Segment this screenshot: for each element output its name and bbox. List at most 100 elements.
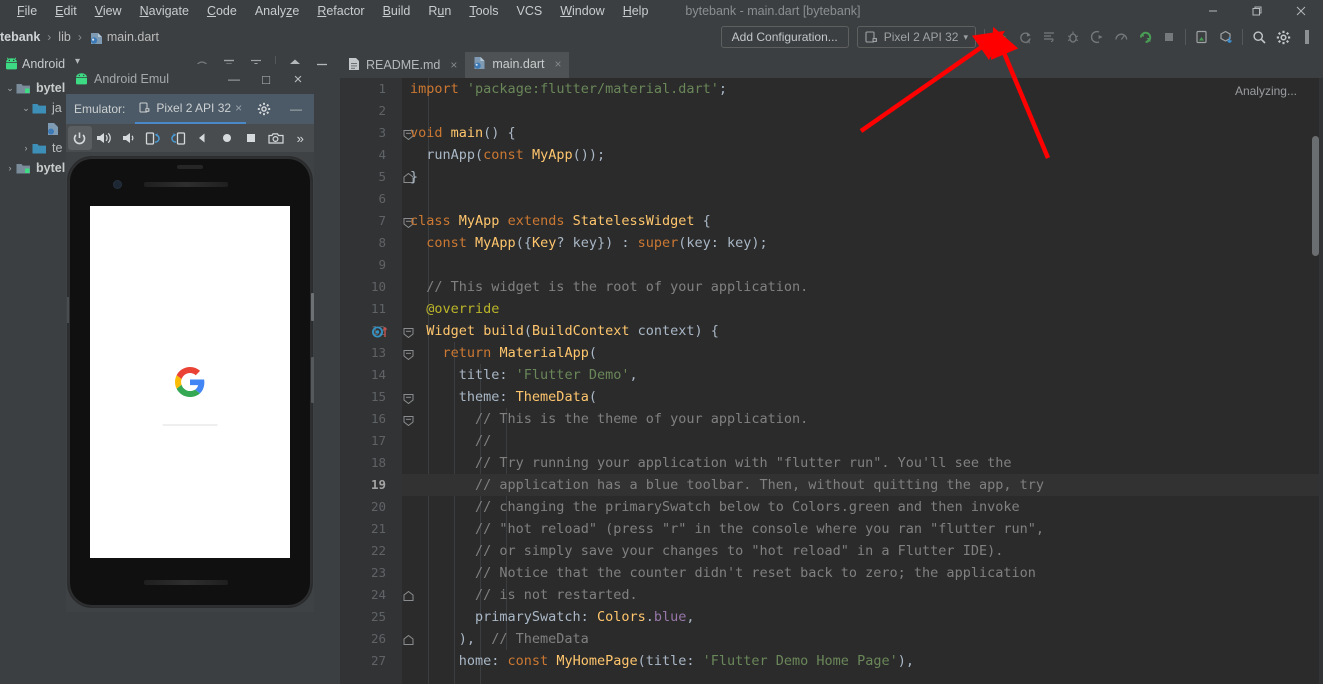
avd-manager-icon[interactable]: [1190, 24, 1214, 50]
menu-bar: File Edit View Navigate Code Analyze Ref…: [0, 2, 657, 20]
editor-vertical-scrollbar[interactable]: [1312, 136, 1319, 256]
overview-icon[interactable]: [240, 126, 264, 150]
editor-tab-bar: README.md × main.dart ×: [340, 52, 1323, 78]
code-line: 21 // "hot reload" (press "r" in the con…: [340, 518, 1323, 540]
rerun-icon[interactable]: A: [1013, 24, 1037, 50]
editor-tab-readme[interactable]: README.md ×: [340, 52, 465, 78]
menu-item-help[interactable]: Help: [614, 2, 658, 20]
toolbar-divider: [1242, 29, 1243, 45]
screenshot-icon[interactable]: [264, 126, 288, 150]
menu-item-analyze[interactable]: Analyze: [246, 2, 308, 20]
code-text: home: const MyHomePage(title: 'Flutter D…: [410, 653, 914, 669]
power-icon[interactable]: [68, 126, 92, 150]
code-text: // application has a blue toolbar. Then,…: [475, 477, 1044, 493]
breadcrumb: tebank › lib › main.dart: [0, 30, 159, 45]
emulator-toolbar: »: [66, 124, 314, 152]
more-icon[interactable]: »: [289, 126, 313, 150]
debug-icon[interactable]: [1061, 24, 1085, 50]
boot-progress-bar: [162, 424, 218, 427]
minimize-icon[interactable]: [1191, 0, 1235, 22]
menu-item-window[interactable]: Window: [551, 2, 613, 20]
menu-item-view[interactable]: View: [86, 2, 131, 20]
code-text: title: 'Flutter Demo',: [410, 367, 638, 383]
emulator-tab-pixel2[interactable]: Pixel 2 API 32 ×: [135, 94, 247, 124]
pixel-2-device-frame: [67, 157, 314, 607]
emulator-hide-button[interactable]: —: [280, 94, 312, 124]
emulator-screen[interactable]: [90, 206, 290, 558]
line-number: 6: [378, 191, 386, 206]
emulator-maximize-button[interactable]: □: [250, 64, 282, 94]
code-line: 13 return MaterialApp(: [340, 342, 1323, 364]
restore-icon[interactable]: [1235, 0, 1279, 22]
device-power-button[interactable]: [311, 293, 314, 321]
override-gutter-icon[interactable]: [372, 325, 394, 338]
sdk-manager-icon[interactable]: [1214, 24, 1238, 50]
edit-configurations-icon[interactable]: [1037, 24, 1061, 50]
menu-item-refactor[interactable]: Refactor: [308, 2, 373, 20]
menu-item-file[interactable]: File: [8, 2, 46, 20]
code-line: 9: [340, 254, 1323, 276]
code-line: 10 // This widget is the root of your ap…: [340, 276, 1323, 298]
run-with-coverage-icon[interactable]: [1085, 24, 1109, 50]
menu-item-navigate[interactable]: Navigate: [131, 2, 198, 20]
breadcrumb-project[interactable]: tebank: [0, 30, 40, 44]
device-volume-button[interactable]: [311, 357, 314, 403]
line-number: 13: [370, 345, 386, 360]
rotate-right-icon[interactable]: [166, 126, 190, 150]
tree-label: te: [52, 141, 63, 155]
chevron-down-icon[interactable]: ⌄: [4, 83, 16, 94]
dart-file-icon: [89, 30, 103, 45]
search-icon[interactable]: [1247, 24, 1271, 50]
code-line: 12 Widget build(BuildContext context) {: [340, 320, 1323, 342]
code-text: }: [410, 169, 419, 185]
menu-item-vcs[interactable]: VCS: [508, 2, 552, 20]
google-logo-icon: [175, 367, 205, 397]
breadcrumb-lib[interactable]: lib: [58, 30, 71, 44]
code-text: primarySwatch: Colors.blue,: [410, 609, 695, 625]
volume-down-icon[interactable]: [117, 126, 141, 150]
code-text: // or simply save your changes to "hot r…: [475, 543, 1004, 559]
line-number: 3: [378, 125, 386, 140]
code-text: @override: [426, 301, 500, 317]
code-line: 20 // changing the primarySwatch below t…: [340, 496, 1323, 518]
menu-item-run[interactable]: Run: [419, 2, 460, 20]
code-text: import 'package:flutter/material.dart';: [410, 81, 728, 97]
settings-icon[interactable]: [1271, 24, 1295, 50]
rotate-left-icon[interactable]: [142, 126, 166, 150]
breadcrumb-file[interactable]: main.dart: [107, 30, 159, 44]
chevron-down-icon[interactable]: ⌄: [20, 103, 32, 114]
emulator-minimize-button[interactable]: —: [218, 64, 250, 94]
tree-label: bytel: [36, 161, 66, 175]
stop-icon[interactable]: [1157, 24, 1181, 50]
volume-up-icon[interactable]: [93, 126, 117, 150]
editor-tab-main-dart[interactable]: main.dart ×: [465, 52, 570, 78]
add-configuration-button[interactable]: Add Configuration...: [720, 26, 849, 48]
code-text: //: [475, 433, 492, 449]
menu-item-edit[interactable]: Edit: [46, 2, 86, 20]
menu-item-code[interactable]: Code: [198, 2, 246, 20]
menu-item-tools[interactable]: Tools: [460, 2, 507, 20]
close-icon[interactable]: ×: [450, 58, 457, 72]
emulator-tab-close-icon[interactable]: ×: [235, 101, 242, 115]
gear-icon[interactable]: [248, 94, 280, 124]
code-text: // changing the primarySwatch below to C…: [475, 499, 1020, 515]
chevron-right-icon[interactable]: ›: [4, 163, 16, 173]
emulator-tab-label: Pixel 2 API 32: [156, 101, 232, 115]
menu-item-build[interactable]: Build: [374, 2, 420, 20]
title-bar: File Edit View Navigate Code Analyze Ref…: [0, 0, 1323, 22]
chevron-right-icon[interactable]: ›: [20, 143, 32, 153]
close-icon[interactable]: ×: [554, 57, 561, 71]
run-icon[interactable]: [989, 24, 1013, 50]
back-icon[interactable]: [191, 126, 215, 150]
code-text-area[interactable]: 1 import 'package:flutter/material.dart';…: [340, 78, 1323, 684]
flutter-hot-reload-icon[interactable]: [1133, 24, 1157, 50]
home-icon[interactable]: [215, 126, 239, 150]
close-icon[interactable]: [1279, 0, 1323, 22]
window-controls: [1191, 0, 1323, 22]
code-line: 8 const MyApp({Key? key}) : super(key: k…: [340, 232, 1323, 254]
overflow-icon[interactable]: [1295, 24, 1319, 50]
profile-icon[interactable]: [1109, 24, 1133, 50]
device-selector[interactable]: Pixel 2 API 32 ▾: [856, 26, 976, 48]
emulator-close-button[interactable]: ×: [282, 64, 314, 94]
toolbar-divider: [1185, 29, 1186, 45]
